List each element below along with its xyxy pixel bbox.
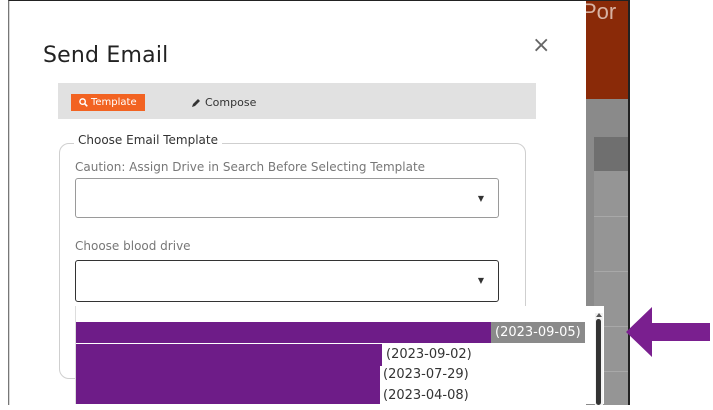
tab-template[interactable]: Template	[71, 94, 145, 111]
dropdown-option[interactable]: (2023-09-02)	[76, 344, 604, 366]
dropdown-option-date: (2023-07-29)	[383, 367, 469, 382]
annotation-arrow-icon	[626, 307, 710, 357]
background-page-title: Por	[582, 0, 617, 24]
caution-text: Caution: Assign Drive in Search Before S…	[75, 160, 426, 174]
dropdown-option[interactable]: (2023-07-29)	[76, 364, 604, 386]
tab-template-label: Template	[91, 97, 137, 108]
search-icon	[79, 98, 88, 107]
pencil-icon	[192, 98, 200, 107]
blood-drive-select[interactable]: ▼	[75, 260, 499, 302]
dropdown-option-date: (2023-09-02)	[386, 347, 472, 362]
scrollbar-thumb[interactable]	[596, 319, 601, 405]
dropdown-option-date-selected[interactable]: (2023-09-05)	[491, 322, 585, 343]
background-row-divider	[594, 216, 628, 217]
dropdown-scrollbar[interactable]	[595, 313, 603, 405]
background-row-divider	[594, 271, 628, 272]
tab-compose-label: Compose	[205, 96, 257, 109]
scroll-up-icon[interactable]	[596, 313, 602, 317]
dropdown-option-date: (2023-04-08)	[383, 388, 469, 403]
dropdown-option[interactable]: (2023-04-08)	[76, 385, 604, 404]
redacted-name	[76, 322, 491, 343]
blood-drive-label: Choose blood drive	[75, 239, 191, 253]
template-select[interactable]: ▼	[75, 178, 499, 218]
redacted-name	[76, 385, 380, 404]
redacted-name	[76, 364, 380, 386]
tab-bar: Template Compose	[58, 83, 536, 119]
background-band	[594, 137, 628, 171]
caret-down-icon: ▼	[477, 194, 484, 203]
caret-down-icon: ▼	[477, 276, 484, 285]
close-button[interactable]: ×	[532, 33, 550, 58]
blood-drive-dropdown-list: (2023-09-05) (2023-09-02) (2023-07-29) (…	[75, 306, 604, 404]
redacted-name	[76, 344, 382, 366]
modal-title: Send Email	[43, 43, 169, 68]
fieldset-legend: Choose Email Template	[74, 133, 222, 147]
tab-compose[interactable]: Compose	[191, 94, 256, 111]
